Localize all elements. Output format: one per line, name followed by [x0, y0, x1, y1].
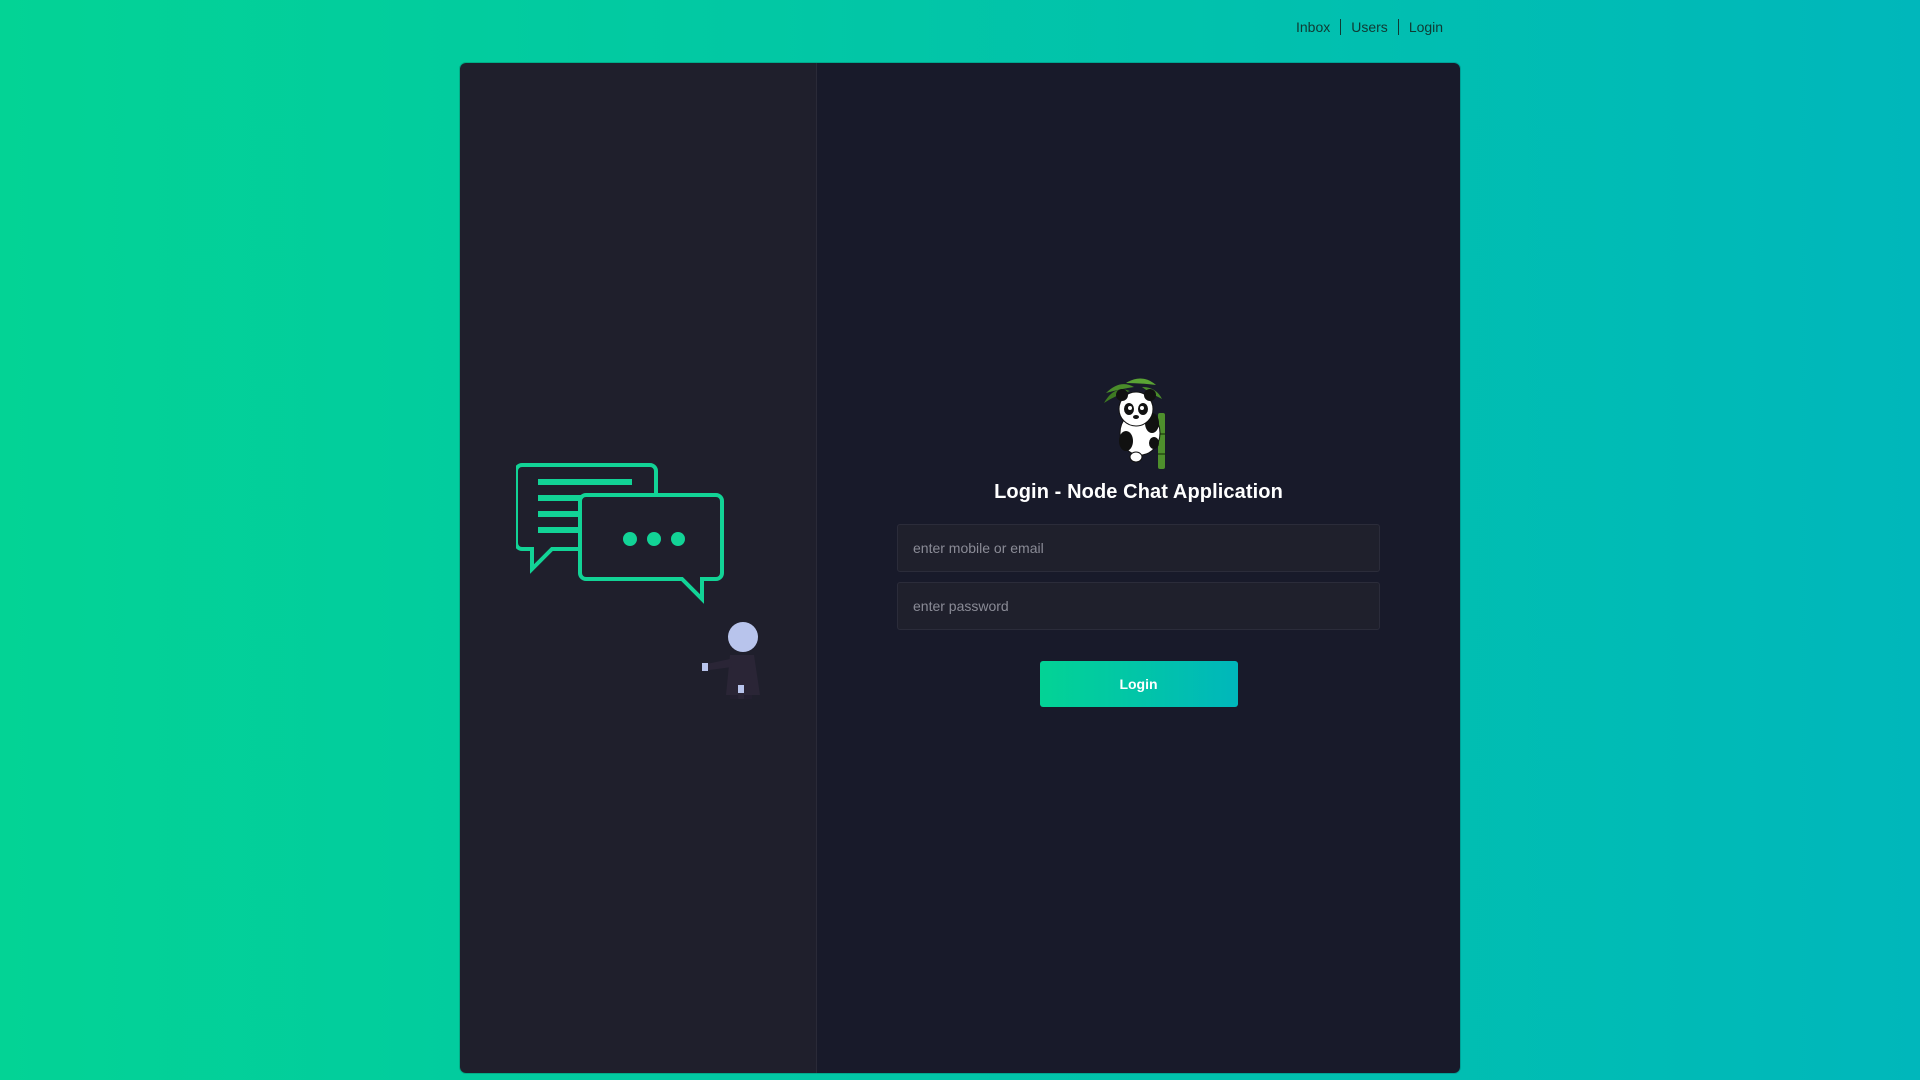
person-hand — [702, 663, 708, 671]
nav-link-users[interactable]: Users — [1351, 19, 1388, 35]
nav-link-login[interactable]: Login — [1409, 19, 1443, 35]
illustration-pane — [460, 63, 817, 1073]
typing-dot — [671, 532, 685, 546]
password-field[interactable] — [897, 582, 1380, 630]
login-form: Login - Node Chat Application Login — [897, 373, 1380, 707]
nav-separator — [1340, 19, 1342, 35]
email-field[interactable] — [897, 524, 1380, 572]
panda-logo-icon — [1103, 378, 1165, 469]
login-card: Login - Node Chat Application Login — [460, 63, 1460, 1073]
chat-bubbles-person-illustration — [516, 463, 760, 699]
front-bubble-shape — [578, 493, 724, 604]
person-leg — [730, 695, 738, 699]
top-nav: Inbox Users Login — [1296, 19, 1443, 35]
person-hand — [738, 685, 744, 693]
typing-dot — [623, 532, 637, 546]
person-head — [728, 622, 758, 652]
page-title: Login - Node Chat Application — [994, 481, 1283, 503]
nav-separator — [1397, 19, 1399, 35]
login-pane: Login - Node Chat Application Login — [817, 63, 1460, 1073]
bubble-line — [538, 479, 632, 485]
person-leg — [744, 695, 752, 699]
typing-dot — [647, 532, 661, 546]
login-button[interactable]: Login — [1039, 661, 1238, 707]
nav-link-inbox[interactable]: Inbox — [1296, 19, 1330, 35]
